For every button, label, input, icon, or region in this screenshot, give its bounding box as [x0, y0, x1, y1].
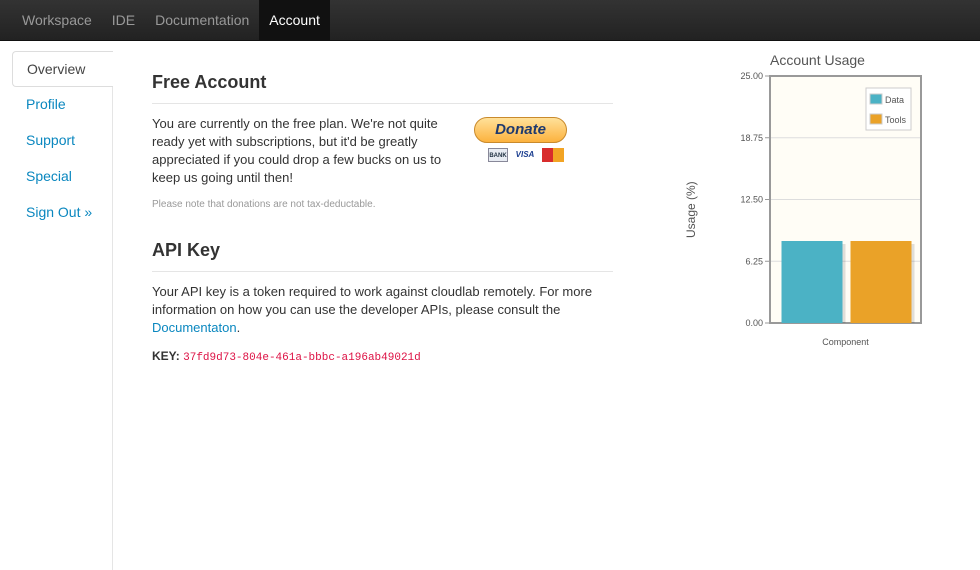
bar-data	[781, 240, 843, 323]
api-key-line: KEY: 37fd9d73-804e-461a-bbbc-a196ab49021…	[152, 349, 613, 364]
main-content: Free Account You are currently on the fr…	[152, 60, 613, 364]
top-navbar: Workspace IDE Documentation Account	[0, 0, 980, 41]
nav-workspace[interactable]: Workspace	[12, 0, 102, 41]
y-tick-label: 18.75	[740, 133, 763, 143]
free-account-text: You are currently on the free plan. We'r…	[152, 116, 442, 185]
legend-swatch-data	[869, 93, 883, 105]
sidebar-item-overview[interactable]: Overview	[12, 51, 113, 87]
donation-note: Please note that donations are not tax-d…	[152, 199, 376, 210]
main-nav: Workspace IDE Documentation Account	[12, 0, 330, 41]
bar-tools	[850, 240, 912, 323]
nav-account[interactable]: Account	[259, 0, 330, 41]
sidebar: Overview Profile Support Special Sign Ou…	[12, 51, 113, 570]
payment-cards: BANK VISA	[488, 148, 568, 162]
account-usage-chart: Account Usage Usage (%) 0.00 6.25 12.50 18.…	[684, 48, 980, 358]
mastercard-icon	[542, 148, 564, 162]
chart-y-axis-label: Usage (%)	[684, 181, 698, 238]
documentation-link[interactable]: Documentaton	[152, 320, 237, 335]
visa-card-icon: VISA	[513, 148, 537, 162]
sidebar-item-special[interactable]: Special	[12, 159, 112, 195]
chart-title: Account Usage	[770, 52, 865, 68]
donate-button[interactable]: Donate	[474, 117, 567, 143]
nav-ide[interactable]: IDE	[102, 0, 145, 41]
sidebar-item-support[interactable]: Support	[12, 123, 112, 159]
legend-label-tools: Tools	[885, 115, 907, 125]
sidebar-item-profile[interactable]: Profile	[12, 87, 112, 123]
bank-card-icon: BANK	[488, 148, 508, 162]
legend-swatch-tools	[869, 113, 883, 125]
api-key-title: API Key	[152, 228, 613, 272]
y-tick-label: 6.25	[745, 256, 763, 266]
free-account-title: Free Account	[152, 60, 613, 104]
legend-label-data: Data	[885, 95, 904, 105]
y-tick-label: 25.00	[740, 71, 763, 81]
donate-widget: Donate BANK VISA	[474, 117, 568, 162]
y-tick-label: 0.00	[745, 318, 763, 328]
y-tick-label: 12.50	[740, 195, 763, 205]
chart-plot: 0.00 6.25 12.50 18.75 25.00 Component Data Tool…	[740, 71, 922, 347]
api-key-label: KEY:	[152, 349, 180, 363]
api-key-description: Your API key is a token required to work…	[152, 283, 613, 337]
nav-documentation[interactable]: Documentation	[145, 0, 259, 41]
api-link-suffix: .	[236, 320, 241, 335]
free-account-section: You are currently on the free plan. We'r…	[152, 115, 613, 195]
x-tick-label: Component	[822, 337, 869, 347]
sidebar-item-sign-out[interactable]: Sign Out »	[12, 195, 112, 231]
api-description-text: Your API key is a token required to work…	[152, 284, 593, 317]
api-key-value: 37fd9d73-804e-461a-bbbc-a196ab49021d	[183, 352, 421, 364]
